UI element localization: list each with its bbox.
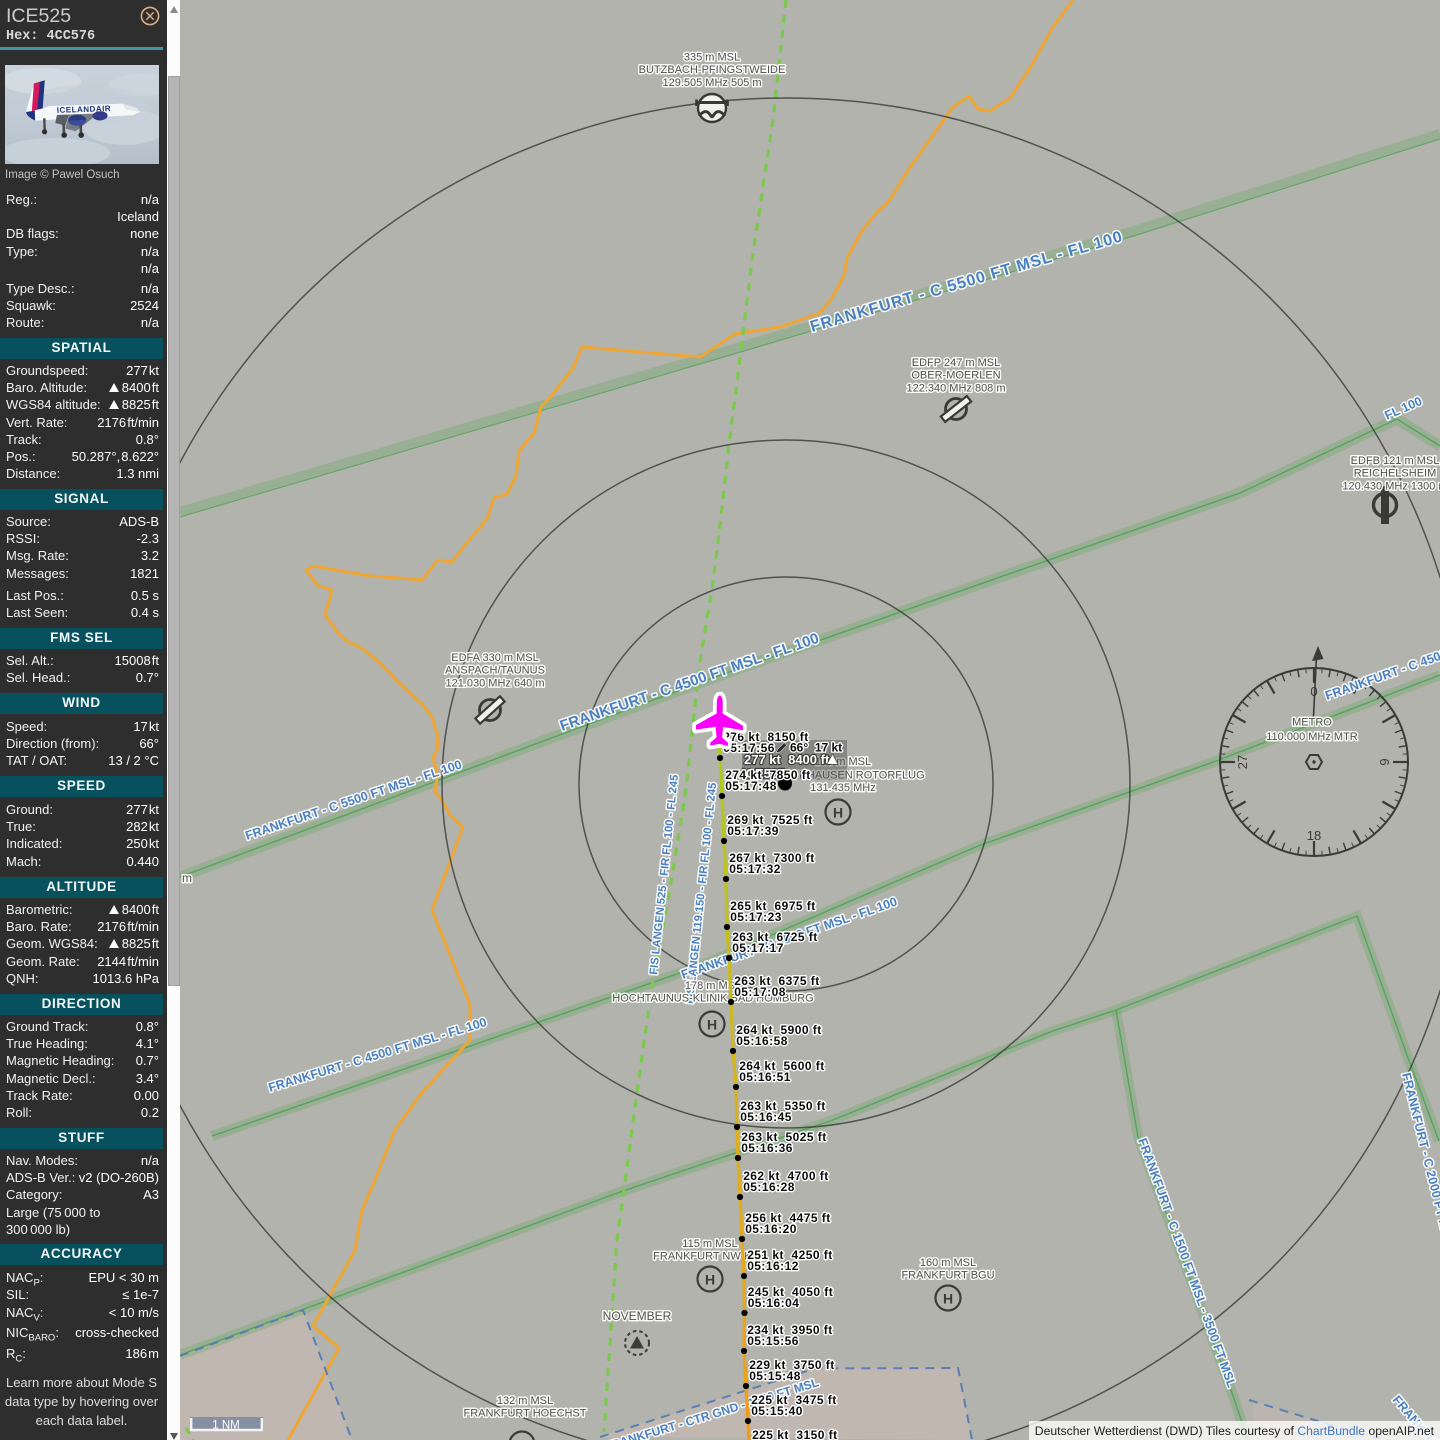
svg-text:Deutscher Wetterdienst (DWD) T: Deutscher Wetterdienst (DWD) Tiles court… [1035,1424,1435,1438]
svg-text:131.435 MHz: 131.435 MHz [810,782,875,794]
svg-text:225 kt 3150 ft: 225 kt 3150 ft [752,1428,837,1440]
svg-text:18: 18 [1307,828,1321,843]
svg-text:05:16:36: 05:16:36 [741,1141,793,1155]
svg-text:129.505 MHz 505 m: 129.505 MHz 505 m [662,77,761,89]
svg-text:160 m MSL: 160 m MSL [920,1257,976,1269]
svg-text:115 m MSL: 115 m MSL [682,1238,737,1250]
svg-text:9: 9 [1377,758,1392,765]
svg-text:121.030 MHz 640 m: 121.030 MHz 640 m [445,677,544,689]
svg-text:05:15:48: 05:15:48 [749,1369,801,1383]
svg-text:05:17:08: 05:17:08 [734,985,786,999]
svg-text:05:17:48: 05:17:48 [725,779,777,793]
svg-text:H: H [705,1272,715,1288]
svg-text:122.340 MHz 808 m: 122.340 MHz 808 m [906,382,1005,394]
svg-text:27: 27 [1235,755,1250,769]
svg-text:ANSPACH/TAUNUS: ANSPACH/TAUNUS [445,665,545,677]
svg-text:05:16:20: 05:16:20 [745,1222,797,1236]
svg-text:335 m MSL: 335 m MSL [684,52,740,64]
svg-text:H: H [707,1017,717,1033]
svg-text:EDFA 330 m MSL: EDFA 330 m MSL [451,652,538,664]
svg-text:05:16:51: 05:16:51 [739,1070,791,1084]
svg-text:REICHELSHEIM: REICHELSHEIM [1354,468,1437,480]
svg-text:FRANKFURT BGU: FRANKFURT BGU [901,1270,994,1282]
svg-text:110.000 MHz MTR: 110.000 MHz MTR [1266,731,1358,743]
svg-text:FRANKFURT HOECHST: FRANKFURT HOECHST [463,1408,586,1420]
svg-text:EDFP 247 m MSL: EDFP 247 m MSL [912,357,1000,369]
svg-text:05:17:23: 05:17:23 [730,910,782,924]
svg-text:H: H [943,1291,953,1307]
svg-text:05:16:12: 05:16:12 [747,1259,799,1273]
svg-text:1 NM: 1 NM [212,1420,239,1432]
svg-text:m: m [182,871,192,885]
svg-text:120.430 MHz 1300 m: 120.430 MHz 1300 m [1342,480,1440,492]
svg-text:OBER-MOERLEN: OBER-MOERLEN [911,370,1000,382]
svg-text:178 m MSL: 178 m MSL [685,980,741,992]
svg-text:05:15:40: 05:15:40 [751,1404,803,1418]
svg-text:EDFB 121 m MSL: EDFB 121 m MSL [1351,455,1440,467]
svg-text:METRO: METRO [1292,717,1332,729]
svg-text:BUTZBACH-PFINGSTWEIDE: BUTZBACH-PFINGSTWEIDE [639,64,786,76]
svg-text:05:17:39: 05:17:39 [727,824,779,838]
svg-text:05:16:58: 05:16:58 [736,1034,788,1048]
svg-text:05:17:17: 05:17:17 [732,941,784,955]
svg-text:H: H [517,1437,527,1440]
svg-text:05:16:28: 05:16:28 [743,1180,795,1194]
svg-text:05:16:45: 05:16:45 [740,1110,792,1124]
svg-text:NOVEMBER: NOVEMBER [603,1309,672,1323]
svg-text:05:15:56: 05:15:56 [747,1334,799,1348]
svg-text:0: 0 [1310,684,1317,699]
svg-text:132 m MSL: 132 m MSL [497,1395,553,1407]
svg-text:05:17:32: 05:17:32 [729,862,781,876]
svg-text:05:16:04: 05:16:04 [748,1296,800,1310]
svg-text:H: H [833,805,843,821]
